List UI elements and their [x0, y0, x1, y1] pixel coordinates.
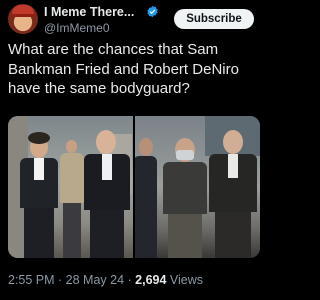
- meta-separator-2: ·: [124, 273, 136, 287]
- photo-left[interactable]: [8, 116, 133, 258]
- tweet-text: What are the chances that Sam Bankman Fr…: [8, 41, 239, 97]
- avatar-hat-brim: [10, 14, 36, 17]
- tweet-header: I Meme There... @ImMeme0 Subscribe: [8, 2, 260, 36]
- tweet-meta: 2:55 PM · 28 May 24 · 2,694 Views: [8, 273, 203, 287]
- avatar[interactable]: [8, 4, 38, 34]
- author-handle[interactable]: @ImMeme0: [44, 21, 110, 35]
- author-display-name[interactable]: I Meme There...: [44, 5, 134, 19]
- tweet-media[interactable]: [8, 116, 260, 258]
- photo-right[interactable]: [135, 116, 260, 258]
- verified-badge-icon: [147, 5, 158, 18]
- tweet-date[interactable]: 28 May 24: [66, 273, 124, 287]
- views-label: Views: [166, 273, 204, 287]
- subscribe-button[interactable]: Subscribe: [174, 9, 254, 29]
- views-count: 2,694: [135, 273, 167, 287]
- tweet-time[interactable]: 2:55 PM: [8, 273, 55, 287]
- meta-separator: ·: [54, 273, 66, 287]
